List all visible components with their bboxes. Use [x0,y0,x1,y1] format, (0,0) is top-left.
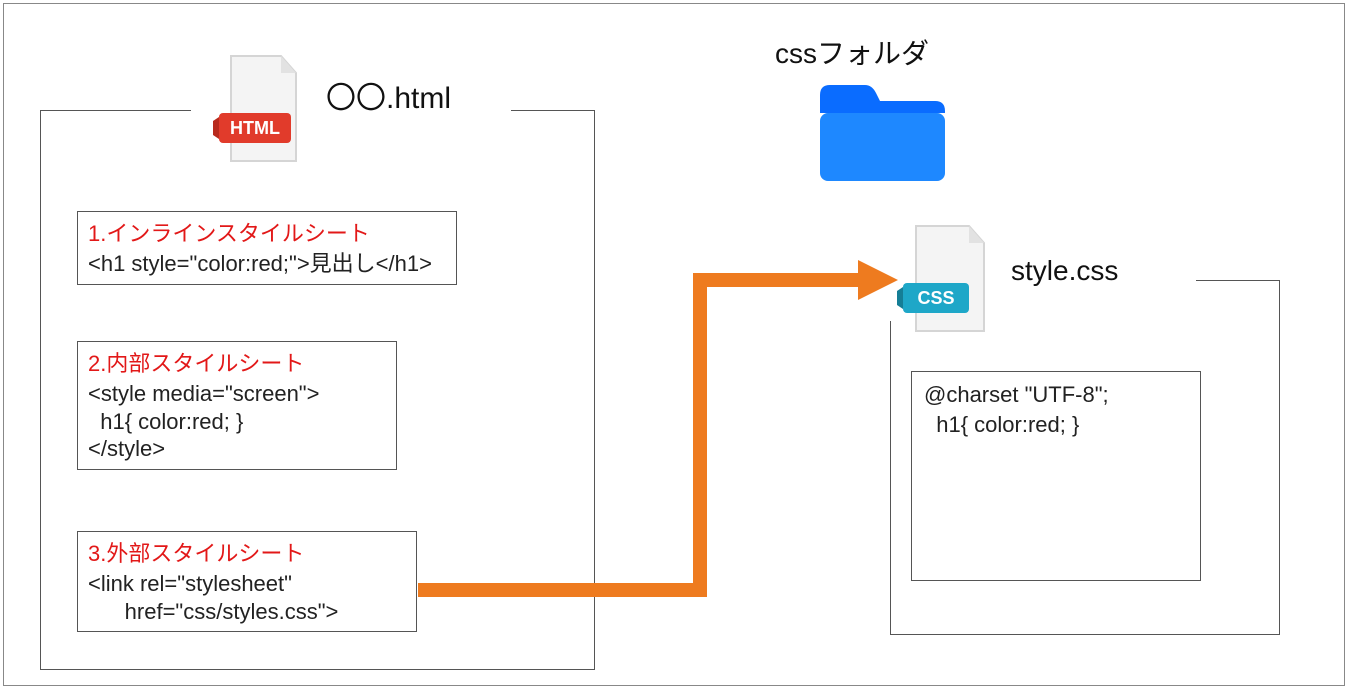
css-filename: style.css [1011,255,1118,287]
css-badge-text: CSS [917,288,954,308]
inline-style-title: 1.インラインスタイルシート [88,216,446,248]
external-style-box: 3.外部スタイルシート <link rel="stylesheet" href=… [77,531,417,632]
internal-style-title: 2.内部スタイルシート [88,346,386,378]
css-code-box: @charset "UTF-8"; h1{ color:red; } [911,371,1201,581]
css-code-body: @charset "UTF-8"; h1{ color:red; } [924,380,1188,439]
folder-icon [810,75,950,195]
css-file-panel: CSS style.css @charset "UTF-8"; h1{ colo… [890,280,1280,635]
html-filename: 〇〇.html [326,73,451,117]
internal-style-code: <style media="screen"> h1{ color:red; } … [88,380,386,463]
external-style-code: <link rel="stylesheet" href="css/styles.… [88,570,406,625]
internal-style-box: 2.内部スタイルシート <style media="screen"> h1{ c… [77,341,397,470]
inline-style-code: <h1 style="color:red;">見出し</h1> [88,250,446,278]
html-file-panel: HTML 〇〇.html 1.インラインスタイルシート <h1 style="c… [40,110,595,670]
css-folder-label: cssフォルダ [775,32,929,72]
external-style-title: 3.外部スタイルシート [88,536,406,568]
inline-style-box: 1.インラインスタイルシート <h1 style="color:red;">見出… [77,211,457,285]
css-file-icon: CSS [891,221,1001,346]
html-file-icon: HTML [211,51,311,176]
html-badge-text: HTML [230,118,280,138]
